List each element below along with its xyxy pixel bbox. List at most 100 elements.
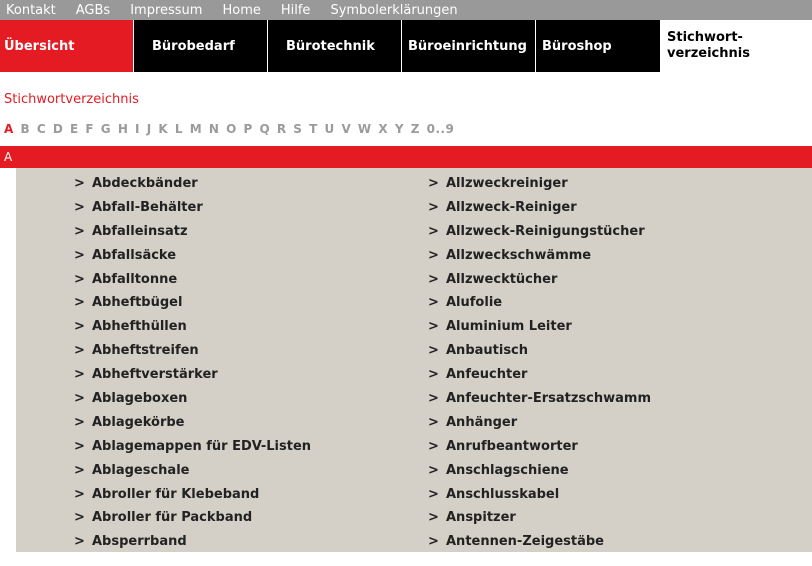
topnav-link-impressum[interactable]: Impressum — [124, 3, 202, 18]
keyword-item[interactable]: > Abheftverstärker — [74, 363, 420, 387]
chevron-right-icon: > — [428, 534, 439, 550]
keyword-item[interactable]: > Alufolie — [428, 291, 651, 315]
keyword-item[interactable]: > Allzweck-Reinigungstücher — [428, 220, 651, 244]
keyword-label: Ablageboxen — [92, 391, 188, 407]
alpha-link-u[interactable]: U — [325, 122, 335, 136]
chevron-right-icon: > — [428, 486, 439, 502]
alpha-link-numbers[interactable]: 0..9 — [427, 122, 455, 136]
alpha-link-k[interactable]: K — [158, 122, 168, 136]
keyword-label: Abfallsäcke — [92, 247, 177, 263]
tab-buerotechnik[interactable]: Bürotechnik — [268, 20, 402, 72]
alpha-link-h[interactable]: H — [118, 122, 129, 136]
keyword-item[interactable]: > Abfall-Behälter — [74, 196, 420, 220]
alpha-link-m[interactable]: M — [190, 122, 202, 136]
chevron-right-icon: > — [428, 199, 439, 215]
keyword-item[interactable]: > Abroller für Klebeband — [74, 483, 420, 507]
keyword-item[interactable]: > Antennen-Zeigestäbe — [428, 530, 651, 554]
tab-bueroeinrichtung[interactable]: Büroeinrichtung — [402, 20, 536, 72]
keyword-item[interactable]: > Abheftstreifen — [74, 339, 420, 363]
keyword-item[interactable]: > Ablagemappen für EDV-Listen — [74, 435, 420, 459]
keyword-column-left: > Abdeckbänder > Abfall-Behälter > Abfalleins… — [16, 172, 420, 552]
keyword-label: Abheftbügel — [92, 295, 183, 311]
keyword-item[interactable]: > Anfeuchter-Ersatzschwamm — [428, 387, 651, 411]
chevron-right-icon: > — [74, 462, 85, 478]
alpha-link-j[interactable]: J — [147, 122, 152, 136]
alpha-link-c[interactable]: C — [37, 122, 46, 136]
keyword-label: Abheftstreifen — [92, 343, 199, 359]
alpha-link-x[interactable]: X — [378, 122, 388, 136]
chevron-right-icon: > — [428, 510, 439, 526]
alpha-link-g[interactable]: G — [101, 122, 111, 136]
keyword-label: Abfalleinsatz — [92, 223, 188, 239]
keyword-item[interactable]: > Anspitzer — [428, 506, 651, 530]
keyword-item[interactable]: > Anschlagschiene — [428, 459, 651, 483]
keyword-label: Abhefthüllen — [92, 319, 187, 335]
keyword-label: Anhänger — [446, 414, 518, 430]
keyword-item[interactable]: > Abhefthüllen — [74, 315, 420, 339]
keyword-item[interactable]: > Allzweckreiniger — [428, 172, 651, 196]
keyword-item[interactable]: > Ablageschale — [74, 459, 420, 483]
keyword-label: Abdeckbänder — [92, 176, 198, 191]
keyword-item[interactable]: > Abfalltonne — [74, 268, 420, 292]
keyword-item[interactable]: > Anbautisch — [428, 339, 651, 363]
alpha-link-q[interactable]: Q — [259, 122, 270, 136]
keyword-item[interactable]: > Allzwecktücher — [428, 268, 651, 292]
keyword-item[interactable]: > Aluminium Leiter — [428, 315, 651, 339]
keyword-item[interactable]: > Allzweck-Reiniger — [428, 196, 651, 220]
keyword-item[interactable]: > Anfeuchter — [428, 363, 651, 387]
chevron-right-icon: > — [428, 343, 439, 359]
alpha-link-i[interactable]: I — [135, 122, 140, 136]
tab-stichwortverzeichnis[interactable]: Stichwort- verzeichnis — [661, 20, 812, 72]
alpha-link-y[interactable]: Y — [395, 122, 404, 136]
alpha-link-o[interactable]: O — [226, 122, 237, 136]
alpha-link-p[interactable]: P — [243, 122, 252, 136]
alpha-link-s[interactable]: S — [293, 122, 302, 136]
topnav-link-home[interactable]: Home — [216, 3, 260, 18]
tab-uebersicht[interactable]: Übersicht — [0, 20, 134, 72]
keyword-item[interactable]: > Abdeckbänder — [74, 172, 420, 196]
keyword-item[interactable]: > Abheftbügel — [74, 291, 420, 315]
keyword-item[interactable]: > Abroller für Packband — [74, 506, 420, 530]
alpha-link-r[interactable]: R — [277, 122, 287, 136]
current-letter-heading: A — [4, 150, 13, 164]
keyword-item[interactable]: > Anschlusskabel — [428, 483, 651, 507]
topnav-link-symbolerklaerungen[interactable]: Symbolerklärungen — [324, 3, 457, 18]
tab-bueroshop[interactable]: Büroshop — [536, 20, 661, 72]
keyword-label: Anschlagschiene — [446, 462, 569, 478]
alpha-link-z[interactable]: Z — [411, 122, 420, 136]
alpha-link-l[interactable]: L — [175, 122, 183, 136]
alpha-link-a[interactable]: A — [4, 122, 14, 136]
keyword-label: Aluminium Leiter — [446, 319, 572, 335]
chevron-right-icon: > — [74, 223, 85, 239]
topnav-link-agbs[interactable]: AGBs — [70, 3, 110, 18]
alpha-link-n[interactable]: N — [209, 122, 220, 136]
tab-stichwortverzeichnis-label: Stichwort- verzeichnis — [667, 30, 750, 61]
keyword-label: Anrufbeantworter — [446, 438, 578, 454]
alpha-link-v[interactable]: V — [341, 122, 351, 136]
keyword-item[interactable]: > Abfallsäcke — [74, 244, 420, 268]
topnav-link-kontakt[interactable]: Kontakt — [0, 3, 56, 18]
alpha-link-f[interactable]: F — [85, 122, 94, 136]
keyword-label: Abheftverstärker — [92, 367, 218, 383]
keyword-item[interactable]: > Anhänger — [428, 411, 651, 435]
alpha-link-d[interactable]: D — [53, 122, 63, 136]
keyword-label: Ablageschale — [92, 462, 190, 478]
keyword-item[interactable]: > Allzweckschwämme — [428, 244, 651, 268]
keyword-item[interactable]: > Ablageboxen — [74, 387, 420, 411]
keyword-label: Allzwecktücher — [446, 271, 558, 287]
alpha-link-e[interactable]: E — [70, 122, 79, 136]
tab-buerobedarf[interactable]: Bürobedarf — [134, 20, 268, 72]
alpha-link-t[interactable]: T — [309, 122, 318, 136]
keyword-item[interactable]: > Anrufbeantworter — [428, 435, 651, 459]
topnav-link-hilfe[interactable]: Hilfe — [275, 3, 311, 18]
keyword-item[interactable]: > Ablagekörbe — [74, 411, 420, 435]
alpha-link-b[interactable]: B — [20, 122, 30, 136]
breadcrumb[interactable]: Stichwortverzeichnis — [0, 72, 812, 110]
keyword-label: Abfalltonne — [92, 271, 178, 287]
keyword-item[interactable]: > Absperrband — [74, 530, 420, 554]
chevron-right-icon: > — [74, 534, 85, 550]
keyword-item[interactable]: > Abfalleinsatz — [74, 220, 420, 244]
alpha-link-w[interactable]: W — [358, 122, 372, 136]
chevron-right-icon: > — [74, 271, 85, 287]
keyword-label: Abroller für Packband — [92, 510, 253, 526]
